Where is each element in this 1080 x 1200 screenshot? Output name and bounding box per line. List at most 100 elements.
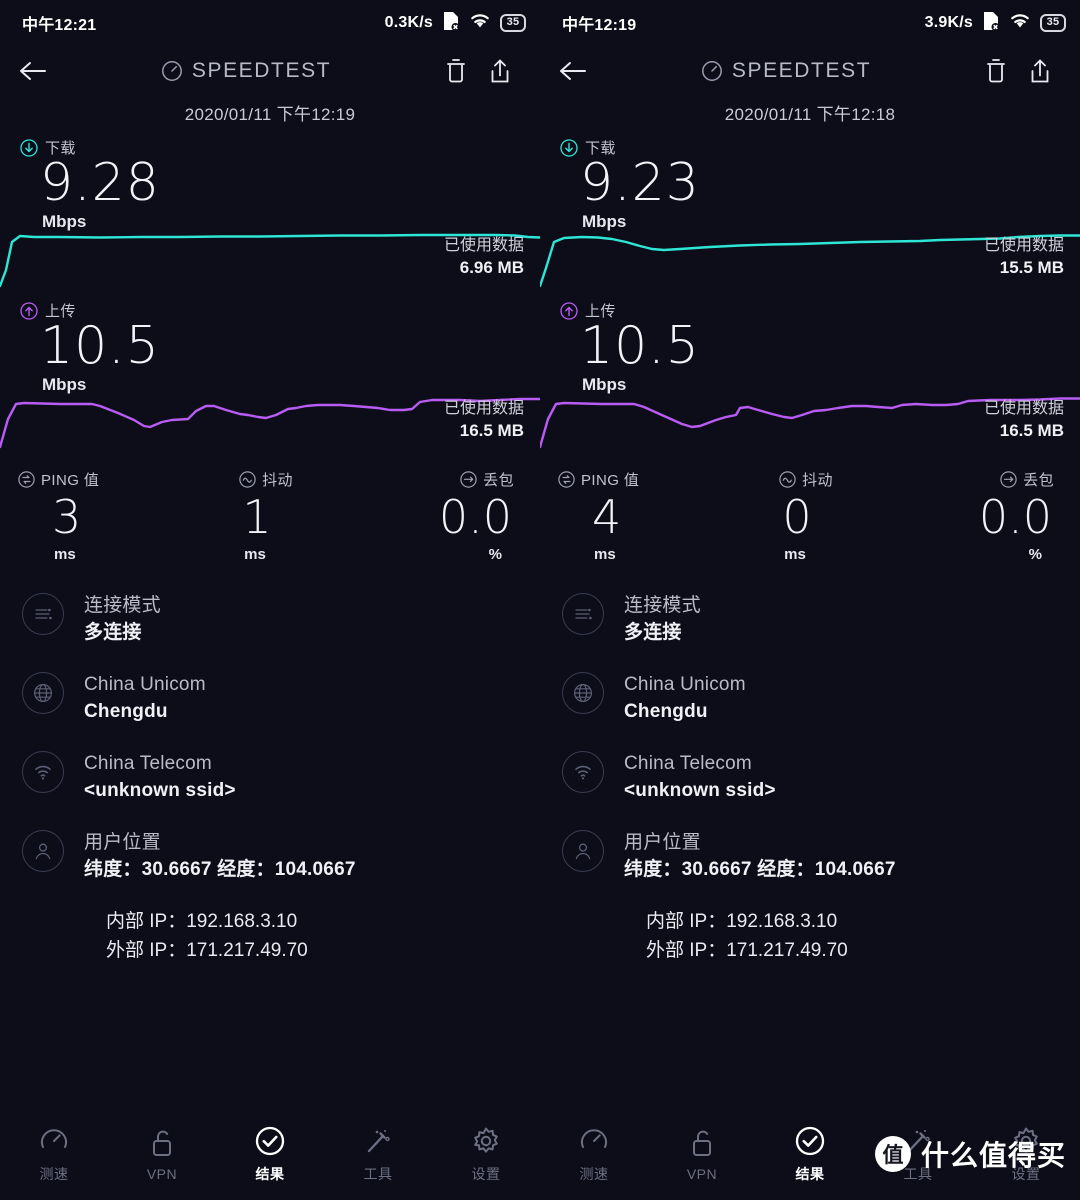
- download-used-label: 已使用数据: [983, 237, 1064, 255]
- wifi-circle-icon: [22, 751, 64, 793]
- nav-item-settings[interactable]: 设置: [432, 1125, 540, 1184]
- result-timestamp: 2020/01/11 下午12:19: [184, 105, 356, 124]
- connection-mode-value: 多连接: [84, 622, 142, 643]
- download-value: 9.23: [580, 153, 700, 213]
- user-icon: [22, 830, 64, 872]
- wifi-icon: [1009, 12, 1031, 34]
- speedometer-icon: [161, 61, 182, 81]
- upload-arrow-icon: [560, 301, 578, 320]
- nav-label-settings: 设置: [471, 1165, 501, 1182]
- nav-label-speedtest: 测速: [579, 1165, 609, 1182]
- ip-address-block: 内部 IP：192.168.3.10 外部 IP：171.217.49.70: [562, 907, 1080, 965]
- user-location-label: 用户位置: [84, 832, 161, 853]
- upload-used-value: 16.5 MB: [999, 421, 1064, 441]
- status-bar: 中午12:21 0.3K/s 35: [0, 0, 540, 46]
- info-row-connection-mode: 连接模式 多连接: [22, 591, 540, 646]
- check-circle-icon: [255, 1126, 285, 1155]
- metric-packet-loss: 丢包 0.0 %: [349, 469, 522, 563]
- nav-label-vpn: VPN: [146, 1165, 178, 1182]
- info-row-wifi: China Telecom <unknown ssid>: [562, 749, 1080, 804]
- upload-value: 10.5: [580, 316, 700, 376]
- status-time: 中午12:19: [562, 17, 637, 34]
- jitter-icon: [239, 471, 256, 488]
- share-button[interactable]: [478, 58, 522, 84]
- upload-value: 10.5: [40, 316, 160, 376]
- download-block: 下载 9.23 Mbps 已使用数据 15.5 MB: [540, 137, 1080, 288]
- jitter-icon: [779, 471, 796, 488]
- battery-indicator: 35: [500, 14, 526, 32]
- globe-icon: [22, 672, 64, 714]
- metric-jitter-label: 抖动: [802, 472, 833, 489]
- download-used-data: 已使用数据 15.5 MB: [984, 235, 1064, 280]
- nav-item-results[interactable]: 结果: [216, 1125, 324, 1184]
- status-network-speed: 0.3K/s: [384, 14, 433, 31]
- back-arrow-icon: [20, 62, 46, 80]
- battery-indicator: 35: [1040, 14, 1066, 32]
- speedometer-icon: [41, 1128, 67, 1148]
- app-title-group: SPEEDTEST: [598, 59, 974, 83]
- app-title: SPEEDTEST: [731, 59, 872, 82]
- upload-used-label: 已使用数据: [983, 400, 1064, 418]
- upload-used-value: 16.5 MB: [459, 421, 524, 441]
- nav-item-vpn[interactable]: VPN: [108, 1127, 216, 1182]
- info-row-user-location: 用户位置 纬度：30.6667 经度：104.0667: [562, 828, 1080, 883]
- connection-mode-label: 连接模式: [84, 595, 161, 616]
- nav-label-speedtest: 测速: [39, 1165, 69, 1182]
- delete-button[interactable]: [434, 58, 478, 84]
- app-title: SPEEDTEST: [191, 59, 332, 82]
- download-arrow-icon: [20, 138, 38, 157]
- metric-packet-loss-value: 0.0: [978, 490, 1052, 544]
- user-location-value: 纬度：30.6667 经度：104.0667: [624, 859, 896, 880]
- metric-packet-loss-label: 丢包: [1023, 472, 1054, 489]
- app-title-group: SPEEDTEST: [58, 59, 434, 83]
- site-watermark: 值 什么值得买: [874, 1134, 1066, 1174]
- metric-jitter-unit: ms: [784, 546, 806, 563]
- info-row-isp: China Unicom Chengdu: [562, 670, 1080, 725]
- wifi-circle-icon: [562, 751, 604, 793]
- nav-label-vpn: VPN: [686, 1165, 718, 1182]
- trash-icon: [447, 59, 465, 83]
- info-row-wifi: China Telecom <unknown ssid>: [22, 749, 540, 804]
- metric-ping: PING 值 4 ms: [558, 469, 723, 563]
- wifi-ssid: <unknown ssid>: [624, 780, 776, 801]
- metric-packet-loss-label: 丢包: [483, 472, 514, 489]
- share-button[interactable]: [1018, 58, 1062, 84]
- wifi-ssid: <unknown ssid>: [84, 780, 236, 801]
- nav-item-speedtest[interactable]: 测速: [0, 1125, 108, 1184]
- nav-item-results[interactable]: 结果: [756, 1125, 864, 1184]
- watermark-text: 什么值得买: [920, 1140, 1066, 1171]
- delete-button[interactable]: [974, 58, 1018, 84]
- wifi-provider-name: China Telecom: [624, 753, 752, 774]
- back-button[interactable]: [18, 59, 58, 83]
- packet-loss-icon: [460, 471, 477, 488]
- watermark-logo-icon: 值: [874, 1136, 911, 1172]
- ping-icon: [18, 471, 35, 488]
- download-used-label: 已使用数据: [443, 237, 524, 255]
- connection-mode-label: 连接模式: [624, 595, 701, 616]
- app-bar: SPEEDTEST: [540, 46, 1080, 96]
- connection-mode-value: 多连接: [624, 622, 682, 643]
- nav-item-tools[interactable]: 工具: [324, 1125, 432, 1184]
- external-ip: 外部 IP：171.217.49.70: [106, 940, 308, 961]
- metric-jitter-value: 1: [242, 490, 272, 544]
- download-block: 下载 9.28 Mbps 已使用数据 6.96 MB: [0, 137, 540, 288]
- check-circle-icon: [795, 1126, 825, 1155]
- internal-ip: 内部 IP：192.168.3.10: [646, 911, 838, 932]
- download-used-data: 已使用数据 6.96 MB: [444, 235, 524, 280]
- upload-block: 上传 10.5 Mbps 已使用数据 16.5 MB: [540, 300, 1080, 451]
- isp-city: Chengdu: [84, 701, 168, 722]
- speedometer-icon: [701, 61, 722, 81]
- nav-item-vpn[interactable]: VPN: [648, 1127, 756, 1182]
- metric-ping-value: 4: [592, 490, 622, 544]
- metric-ping-label: PING 值: [581, 472, 640, 489]
- speedtest-panel-left: 中午12:21 0.3K/s 35 SPEEDTEST 2020/01/11 下…: [0, 0, 540, 1200]
- metric-ping-unit: ms: [594, 546, 616, 563]
- metric-ping-label: PING 值: [41, 472, 100, 489]
- nav-label-tools: 工具: [363, 1165, 393, 1182]
- wifi-icon: [469, 12, 491, 34]
- metric-packet-loss-value: 0.0: [438, 490, 512, 544]
- back-button[interactable]: [558, 59, 598, 83]
- metric-packet-loss-unit: %: [1028, 546, 1042, 563]
- nav-item-speedtest[interactable]: 测速: [540, 1125, 648, 1184]
- sim-off-icon: [982, 11, 1000, 36]
